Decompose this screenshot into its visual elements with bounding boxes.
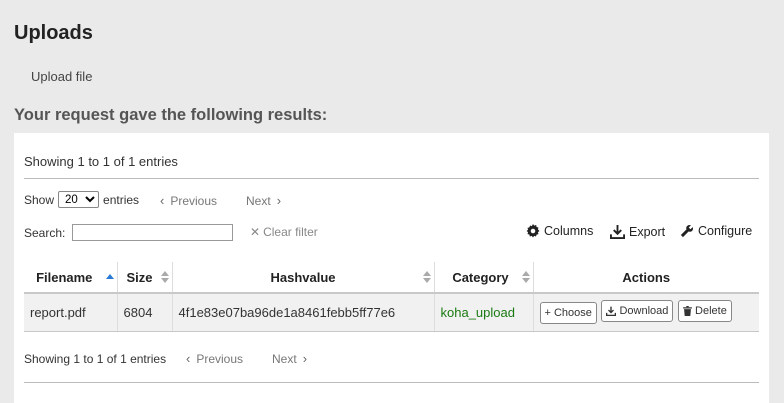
search-control: Search: — [24, 224, 234, 241]
previous-label: Previous — [196, 351, 244, 366]
table-info-bottom: Showing 1 to 1 of 1 entries — [24, 352, 167, 366]
x-icon: ✕ — [250, 225, 261, 239]
upload-file-tab[interactable]: Upload file — [31, 69, 92, 84]
columns-label: Columns — [544, 224, 594, 238]
cell-hashvalue: 4f1e83e07ba96de1a8461febb5ff77e6 — [171, 293, 434, 332]
table-header-row: Filename Size Hashvalue Category Actions — [24, 262, 759, 294]
gear-icon — [526, 224, 540, 238]
export-label: Export — [629, 224, 666, 239]
chevron-left-icon: ‹ — [160, 193, 165, 208]
sort-icon — [518, 271, 530, 283]
column-header-filename[interactable]: Filename — [24, 262, 117, 294]
divider-top — [24, 178, 759, 179]
divider-bottom — [24, 382, 759, 383]
choose-label: Choose — [553, 307, 592, 320]
chevron-right-icon: › — [276, 193, 282, 208]
next-label: Next — [246, 193, 271, 208]
search-label: Search: — [24, 225, 66, 240]
column-header-label: Size — [126, 269, 153, 285]
sort-ascending-icon — [102, 274, 114, 286]
delete-label: Delete — [695, 305, 727, 318]
column-header-label: Hashvalue — [270, 269, 336, 285]
results-heading: Your request gave the following results: — [14, 106, 328, 124]
previous-button-top[interactable]: ‹ Previous — [160, 193, 217, 208]
delete-button[interactable]: Delete — [678, 300, 732, 323]
sort-icon — [157, 271, 169, 283]
download-button[interactable]: Download — [601, 300, 674, 323]
download-icon — [610, 224, 625, 239]
column-header-size[interactable]: Size — [116, 262, 172, 294]
page-length-select[interactable]: 20 — [58, 191, 100, 208]
page-length-control: Show 20 entries — [24, 191, 139, 208]
category-link[interactable]: koha_upload — [441, 305, 515, 320]
search-input[interactable] — [72, 224, 234, 241]
column-header-hashvalue[interactable]: Hashvalue — [171, 262, 434, 294]
column-header-label: Category — [452, 269, 509, 285]
download-icon — [606, 306, 617, 317]
chevron-left-icon: ‹ — [186, 351, 191, 366]
page-title: Uploads — [14, 22, 93, 44]
sort-icon — [419, 271, 431, 283]
table-info-top: Showing 1 to 1 of 1 entries — [24, 154, 178, 169]
plus-icon: + — [544, 307, 551, 320]
column-header-label: Filename — [36, 269, 93, 285]
configure-label: Configure — [698, 224, 753, 238]
cell-actions: + Choose Download Delete — [532, 293, 759, 332]
chevron-right-icon: › — [302, 351, 308, 366]
next-label: Next — [272, 351, 297, 366]
previous-button-bottom[interactable]: ‹ Previous — [186, 351, 243, 366]
next-button-bottom[interactable]: Next › — [272, 351, 307, 366]
entries-label: entries — [103, 192, 140, 207]
export-button[interactable]: Export — [610, 224, 665, 239]
clear-filter-label: Clear filter — [263, 225, 318, 239]
column-header-label: Actions — [622, 269, 671, 285]
cell-category: koha_upload — [433, 293, 533, 332]
clear-filter-button[interactable]: ✕ Clear filter — [250, 225, 318, 239]
choose-button[interactable]: + Choose — [539, 302, 597, 325]
show-label: Show — [24, 192, 55, 207]
previous-label: Previous — [170, 193, 218, 208]
trash-icon — [683, 306, 692, 317]
wrench-icon — [680, 224, 694, 238]
configure-button[interactable]: Configure — [680, 224, 752, 238]
columns-button[interactable]: Columns — [526, 224, 593, 238]
table-row: report.pdf 6804 4f1e83e07ba96de1a8461feb… — [24, 293, 759, 332]
results-panel: Showing 1 to 1 of 1 entries Show 20 entr… — [14, 133, 769, 403]
column-header-category[interactable]: Category — [433, 262, 533, 294]
uploads-table: Filename Size Hashvalue Category Actions — [24, 262, 759, 332]
download-label: Download — [619, 305, 669, 318]
cell-size: 6804 — [116, 293, 172, 332]
next-button-top[interactable]: Next › — [246, 193, 281, 208]
cell-filename: report.pdf — [24, 293, 117, 332]
column-header-actions: Actions — [532, 262, 759, 294]
